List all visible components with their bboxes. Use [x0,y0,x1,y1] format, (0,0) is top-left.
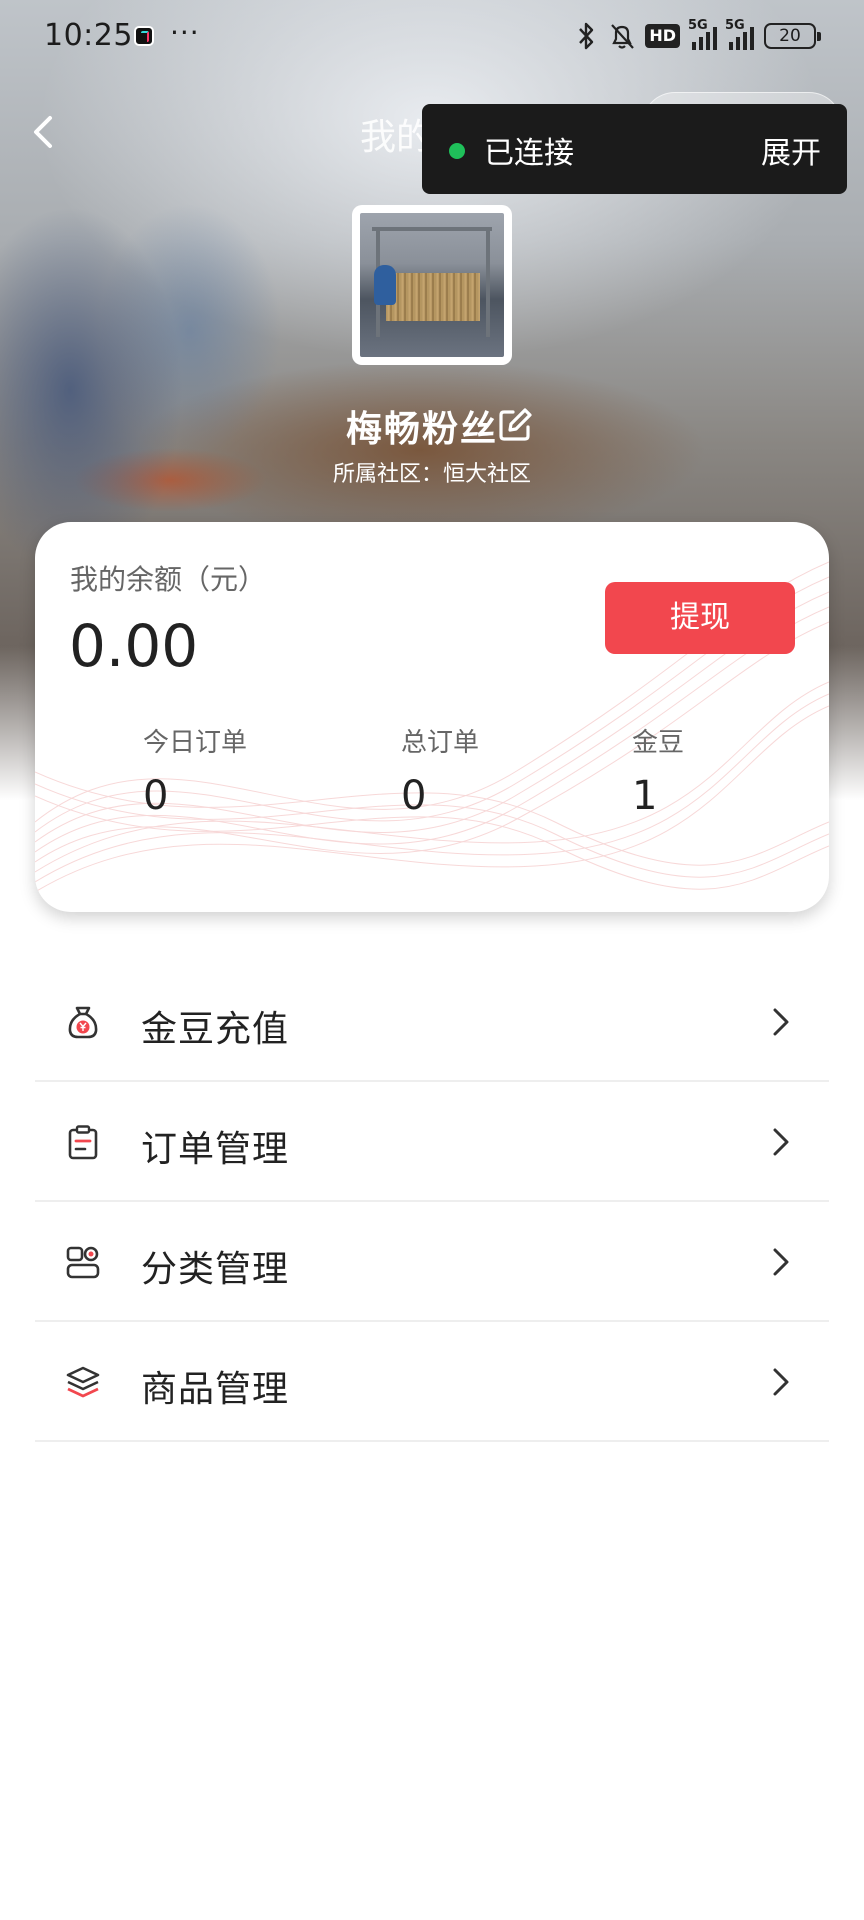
chevron-right-icon [773,1248,789,1276]
chevron-right-icon [773,1128,789,1156]
balance-value: 0.00 [69,612,199,680]
battery-indicator: 20 [764,23,821,49]
store-avatar-image [360,213,504,357]
category-icon [66,1246,100,1279]
stat-label: 今日订单 [143,728,248,758]
status-bar: 10:25 ··· HD 5G 5G 20 [0,0,864,72]
status-time: 10:25 [44,18,133,53]
menu-label: 商品管理 [141,1369,290,1410]
stat-label: 金豆 [632,728,685,758]
balance-card: 我的余额（元） 0.00 提现 今日订单 0 总订单 0 金豆 1 [35,522,829,912]
money-bag-icon [68,1006,98,1039]
connection-toast: 已连接 展开 [422,104,847,194]
stat-value: 0 [401,773,427,819]
connected-indicator-icon [449,143,465,159]
back-button[interactable] [24,108,64,156]
edit-icon[interactable] [496,406,534,444]
status-more-icon: ··· [170,16,200,49]
menu-list: 金豆充值 订单管理 分类管理 商品管理 [35,962,829,1442]
stat-total-orders[interactable]: 总订单 0 [401,722,479,819]
community-label: 所属社区： [332,462,443,487]
balance-label: 我的余额（元） [70,563,267,596]
chevron-right-icon [773,1368,789,1396]
menu-label: 分类管理 [141,1249,290,1290]
stat-today-orders[interactable]: 今日订单 0 [143,722,247,819]
signal-icon-2: 5G [725,18,754,50]
hd-badge: HD [645,24,680,48]
bluetooth-icon [579,22,594,50]
signal-icon: 5G [688,18,717,50]
community-name: 恒大社区 [443,462,532,487]
layers-icon [66,1366,100,1398]
withdraw-button[interactable]: 提现 [605,582,795,654]
clipboard-icon [68,1125,98,1160]
store-name: 梅畅粉丝 [345,409,498,450]
menu-item-product-management[interactable]: 商品管理 [35,1322,829,1442]
store-avatar[interactable] [352,205,512,365]
stat-value: 1 [632,773,658,819]
expand-button[interactable]: 展开 [761,128,821,172]
stat-value: 0 [143,773,169,819]
stat-label: 总订单 [401,728,480,758]
connection-status: 已连接 [484,136,574,171]
tiktok-icon [134,26,154,46]
menu-label: 订单管理 [141,1129,290,1170]
menu-item-category-management[interactable]: 分类管理 [35,1202,829,1322]
menu-item-order-management[interactable]: 订单管理 [35,1082,829,1202]
community-info: 所属社区：恒大社区 [0,456,864,488]
bell-muted-icon [611,24,635,49]
menu-label: 金豆充值 [141,1009,290,1050]
stat-gold-beans[interactable]: 金豆 1 [632,722,684,819]
chevron-right-icon [773,1008,789,1036]
menu-item-gold-recharge[interactable]: 金豆充值 [35,962,829,1082]
